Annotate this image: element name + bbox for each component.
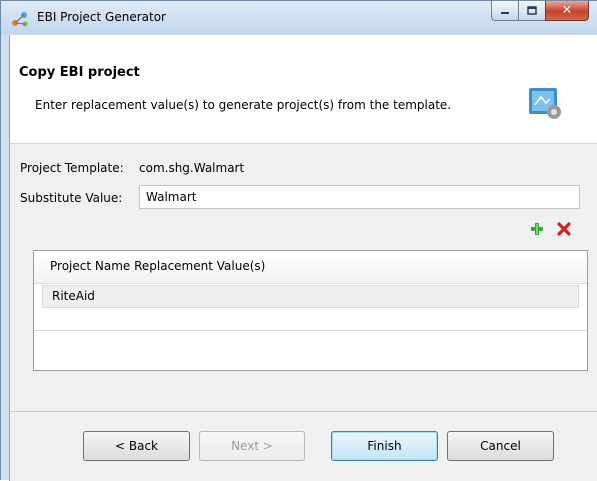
back-button[interactable]: < Back (83, 431, 190, 461)
substitute-value-label: Substitute Value: (20, 191, 123, 205)
footer-separator (10, 411, 597, 412)
dialog-window: EBI Project Generator ✕ Copy EBI project… (0, 0, 597, 481)
table-column-header[interactable]: Project Name Replacement Value(s) (34, 251, 587, 284)
replacement-values-table: Project Name Replacement Value(s) RiteAi… (33, 250, 588, 371)
table-divider (34, 330, 587, 331)
column-header-label: Project Name Replacement Value(s) (50, 259, 266, 273)
caption-buttons: ✕ (491, 1, 589, 22)
substitute-value-input[interactable] (139, 185, 580, 209)
next-button[interactable]: Next > (199, 431, 305, 461)
wizard-banner-icon (529, 88, 561, 119)
maximize-icon (527, 5, 537, 15)
wizard-description: Enter replacement value(s) to generate p… (35, 98, 452, 112)
wizard-header: Copy EBI project Enter replacement value… (10, 35, 597, 144)
minimize-button[interactable] (491, 1, 518, 21)
close-button[interactable]: ✕ (545, 1, 589, 21)
minimize-icon (501, 11, 509, 14)
cancel-button[interactable]: Cancel (447, 431, 554, 461)
project-template-label: Project Template: (20, 161, 124, 175)
maximize-button[interactable] (518, 1, 545, 21)
remove-x-icon[interactable] (556, 221, 572, 237)
close-icon: ✕ (561, 3, 573, 18)
add-plus-icon[interactable] (529, 221, 545, 237)
finish-button[interactable]: Finish (331, 431, 438, 461)
wizard-title: Copy EBI project (19, 65, 140, 80)
table-cell-value: RiteAid (52, 289, 95, 303)
title-bar[interactable]: EBI Project Generator ✕ (1, 1, 597, 35)
ebi-project-icon (12, 12, 28, 27)
dialog-client-area: Copy EBI project Enter replacement value… (9, 35, 597, 481)
window-title: EBI Project Generator (37, 10, 166, 24)
table-row[interactable]: RiteAid (42, 285, 579, 308)
project-template-value: com.shg.Walmart (139, 161, 245, 175)
